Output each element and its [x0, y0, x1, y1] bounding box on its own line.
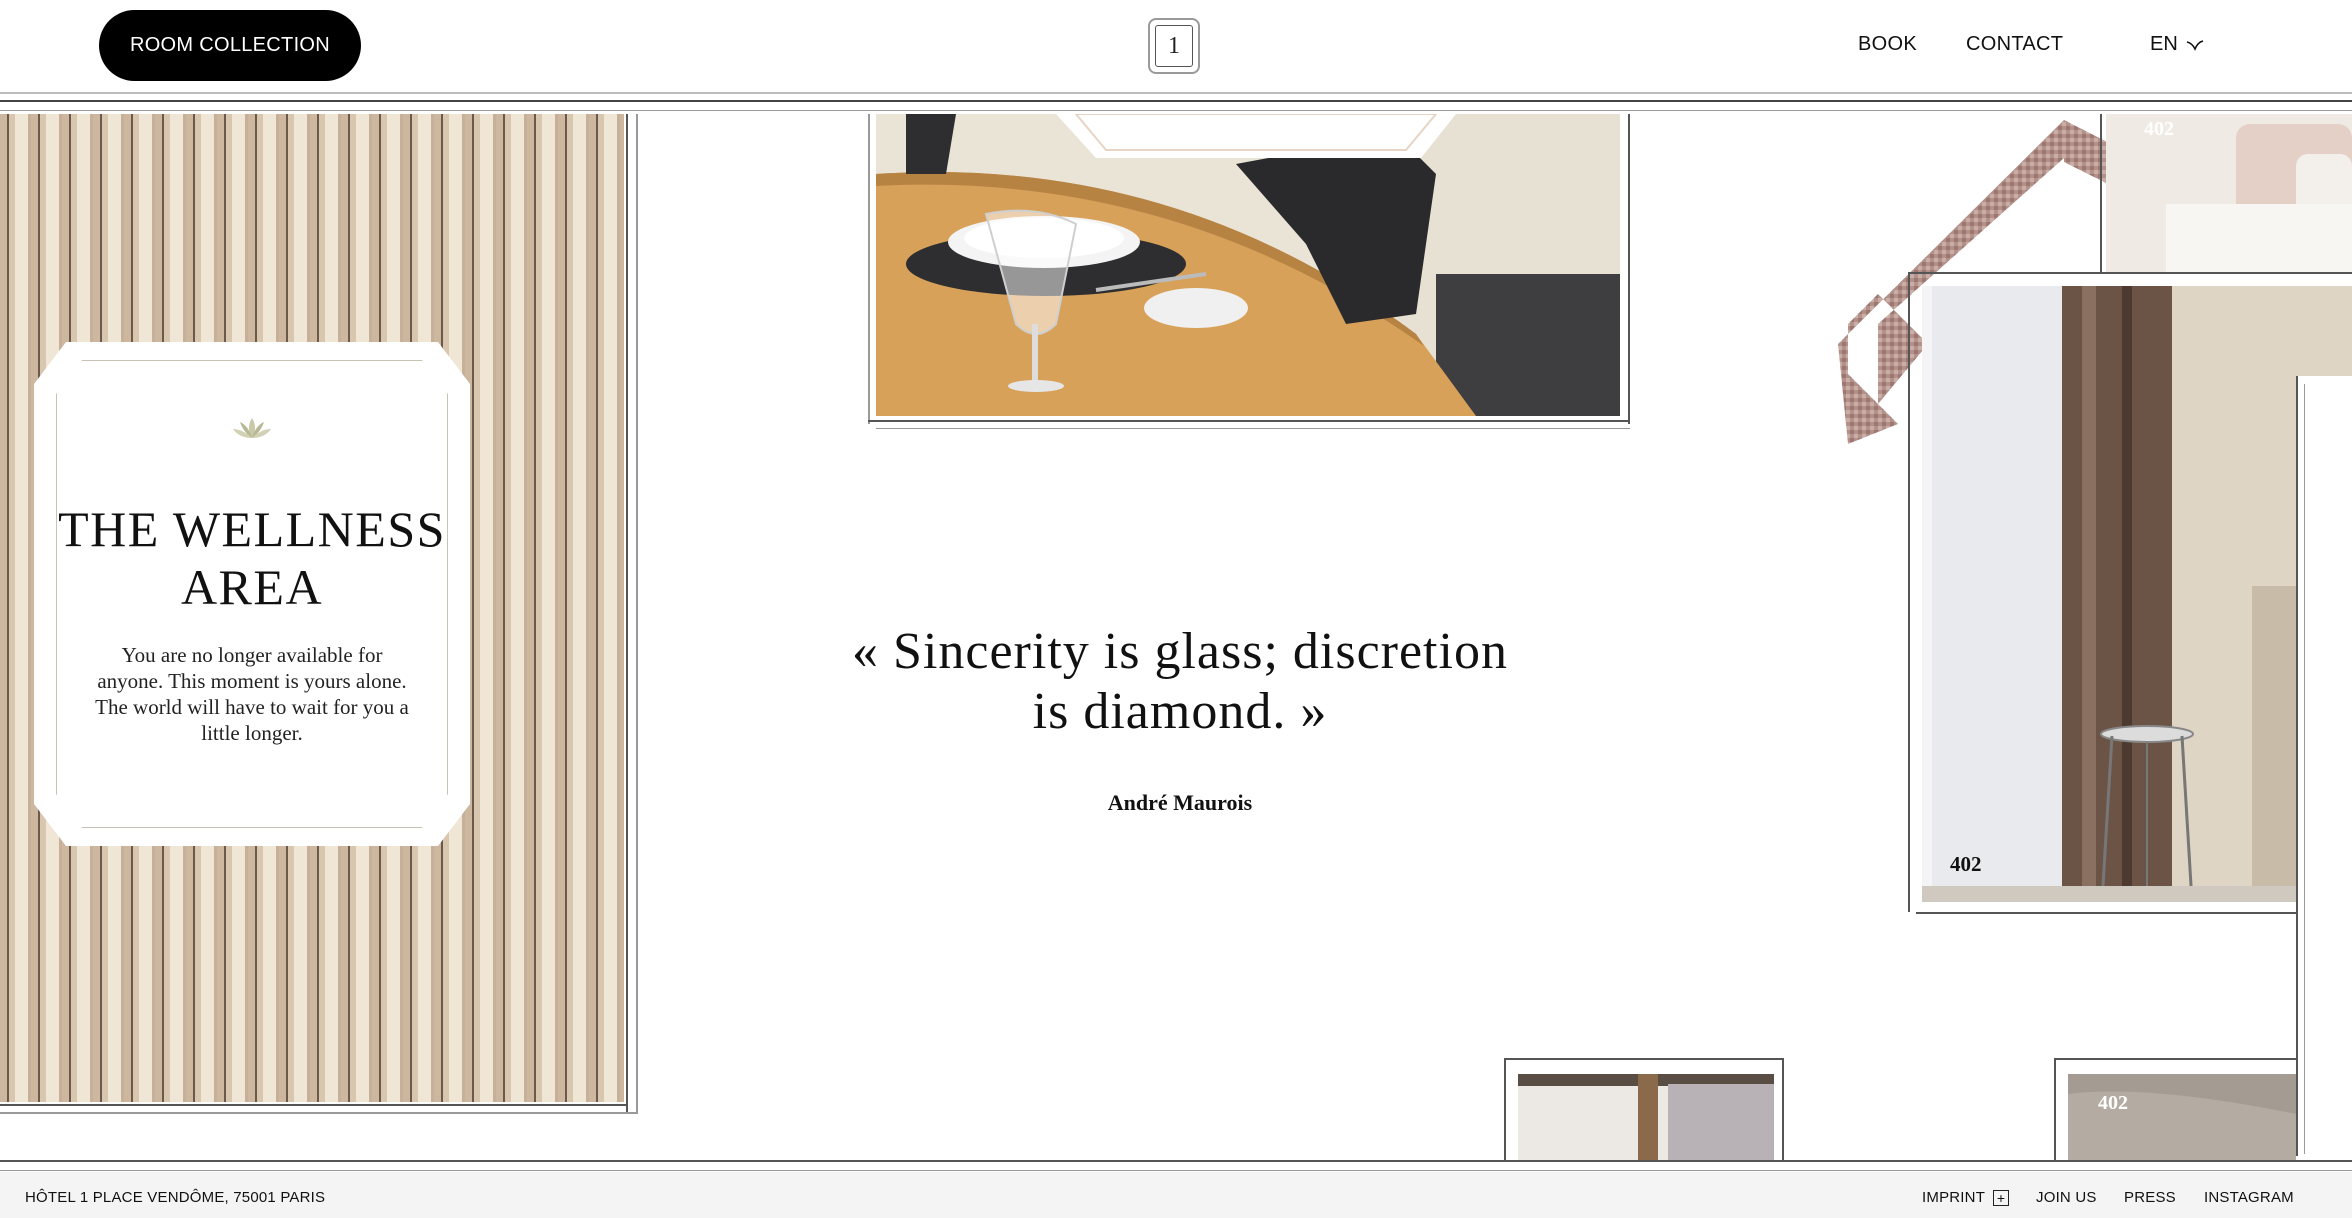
frame-line	[1504, 1058, 1506, 1162]
frame-line	[626, 114, 628, 1112]
nav-book-link[interactable]: BOOK	[1858, 33, 1917, 56]
header-divider-dark	[0, 100, 2352, 102]
frame-line	[868, 420, 1630, 422]
dining-table-photo[interactable]	[876, 114, 1620, 416]
frame-line	[0, 1104, 628, 1106]
footer-divider-thin	[0, 1170, 2352, 1171]
hotel-logo[interactable]: 1	[1148, 18, 1200, 74]
frame-line	[1782, 1058, 1784, 1162]
footer-divider	[0, 1160, 2352, 1162]
bedroom-photo[interactable]	[2106, 114, 2352, 274]
wellness-title: THE WELLNESS AREA	[58, 501, 446, 615]
imprint-link[interactable]: IMPRINT +	[1922, 1189, 2010, 1206]
lotus-icon	[232, 416, 272, 440]
nav-contact-link[interactable]: CONTACT	[1966, 33, 2063, 56]
header-divider	[0, 92, 2352, 94]
logo-mark: 1	[1155, 25, 1193, 67]
room-photo[interactable]	[1922, 286, 2352, 902]
language-label: EN	[2150, 33, 2178, 55]
frame-line	[1628, 114, 1630, 424]
room-number-bottom: 402	[2098, 1092, 2128, 1114]
frame-line	[1908, 272, 2352, 274]
frame-line	[0, 1112, 636, 1114]
frame-line	[2100, 114, 2102, 274]
frame-line	[2056, 1058, 2296, 1060]
marble-photo[interactable]	[2068, 1074, 2296, 1162]
hotel-address: HÔTEL 1 PLACE VENDÔME, 75001 PARIS	[25, 1189, 326, 1206]
room-collection-button[interactable]: ROOM COLLECTION	[99, 10, 361, 81]
room-number-main: 402	[1950, 852, 1982, 876]
imprint-label: IMPRINT	[1922, 1189, 1986, 1206]
frame-line	[2054, 1058, 2056, 1162]
quote-author: André Maurois	[1107, 790, 1253, 815]
frame-line	[876, 428, 1630, 429]
quote-text: « Sincerity is glass; discretion is diam…	[852, 623, 1508, 740]
press-link[interactable]: PRESS	[2124, 1189, 2176, 1206]
room-number-top: 402	[2144, 118, 2174, 140]
plus-icon: +	[1993, 1189, 2010, 1206]
frame-line	[1916, 912, 2352, 914]
frame-line	[868, 114, 870, 424]
join-us-link[interactable]: JOIN US	[2036, 1189, 2097, 1206]
hallway-photo[interactable]	[1518, 1074, 1774, 1162]
wellness-text: You are no longer available for anyone. …	[95, 643, 409, 745]
chevron-down-icon	[2186, 38, 2204, 56]
frame-line	[1908, 274, 1910, 912]
instagram-link[interactable]: INSTAGRAM	[2204, 1189, 2294, 1206]
frame-line	[636, 114, 638, 1114]
frame-line	[2304, 384, 2305, 1154]
language-selector[interactable]: EN	[2150, 33, 2204, 56]
frame-line	[1506, 1058, 1782, 1060]
header-divider-thin	[0, 110, 2352, 111]
